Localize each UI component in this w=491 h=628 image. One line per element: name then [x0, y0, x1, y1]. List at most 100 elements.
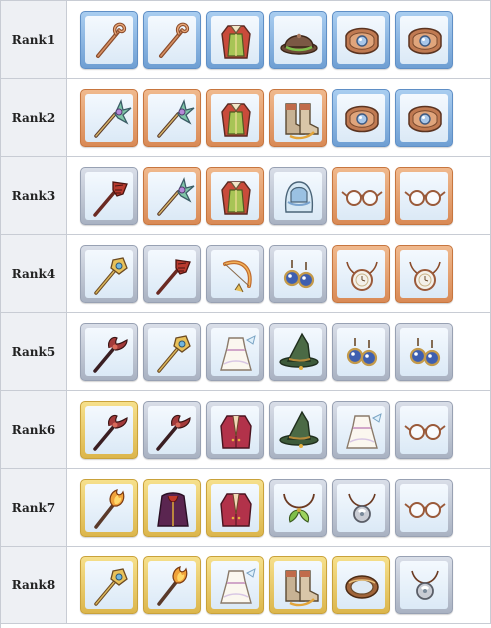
rank-label: Rank4	[1, 235, 67, 312]
rank-row: Rank6	[1, 391, 491, 469]
equipment-slot[interactable]	[332, 556, 390, 614]
equipment-slot[interactable]	[269, 244, 327, 303]
trident-icon	[148, 405, 196, 454]
dress-icon	[337, 405, 385, 454]
equipment-slot[interactable]	[395, 244, 453, 303]
equipment-slot[interactable]	[206, 556, 264, 614]
rank-row: Rank5	[1, 313, 491, 391]
earring-icon	[274, 249, 322, 298]
equipment-slot[interactable]	[80, 322, 138, 381]
equipment-slot[interactable]	[332, 400, 390, 459]
equipment-slot[interactable]	[80, 166, 138, 225]
robe-icon	[211, 171, 259, 220]
rank-label: Rank8	[1, 547, 67, 623]
rank-row: Rank7	[1, 469, 491, 547]
equipment-slot[interactable]	[332, 478, 390, 537]
equipment-slot[interactable]	[269, 556, 327, 614]
equipment-slot[interactable]	[206, 322, 264, 381]
equipment-slot[interactable]	[395, 322, 453, 381]
equipment-slot[interactable]	[80, 10, 138, 69]
rank-items	[67, 157, 491, 234]
equipment-slot[interactable]	[269, 322, 327, 381]
wand-icon	[148, 93, 196, 142]
equipment-slot[interactable]	[395, 556, 453, 614]
equipment-slot[interactable]	[206, 10, 264, 69]
coat-icon	[211, 405, 259, 454]
rank-row: Rank1	[1, 1, 491, 79]
equipment-rank-table: Rank1 Rank2 Rank3 Rank4 Rank5 Rank6 Rank…	[0, 0, 491, 628]
equipment-slot[interactable]	[332, 322, 390, 381]
equipment-slot[interactable]	[206, 478, 264, 537]
amulet-icon	[337, 483, 385, 532]
amulet-icon	[400, 561, 448, 609]
rank-label: Rank7	[1, 469, 67, 546]
wand-icon	[85, 93, 133, 142]
equipment-slot[interactable]	[80, 244, 138, 303]
flame-staff-icon	[148, 561, 196, 609]
rank-row: Rank8	[1, 547, 491, 624]
equipment-slot[interactable]	[80, 88, 138, 147]
equipment-slot[interactable]	[395, 478, 453, 537]
rank-label: Rank2	[1, 79, 67, 156]
bracelet-icon	[337, 15, 385, 64]
leaf-necklace-icon	[274, 483, 322, 532]
scepter-icon	[148, 327, 196, 376]
equipment-slot[interactable]	[269, 478, 327, 537]
equipment-slot[interactable]	[206, 400, 264, 459]
flame-staff-icon	[85, 483, 133, 532]
boots-icon	[274, 93, 322, 142]
equipment-slot[interactable]	[395, 10, 453, 69]
spear-icon	[85, 171, 133, 220]
equipment-slot[interactable]	[269, 400, 327, 459]
equipment-slot[interactable]	[395, 166, 453, 225]
wand-icon	[148, 171, 196, 220]
equipment-slot[interactable]	[143, 10, 201, 69]
equipment-slot[interactable]	[143, 244, 201, 303]
equipment-slot[interactable]	[206, 88, 264, 147]
equipment-slot[interactable]	[395, 88, 453, 147]
rank-items	[67, 469, 491, 546]
equipment-slot[interactable]	[395, 400, 453, 459]
equipment-slot[interactable]	[206, 244, 264, 303]
equipment-slot[interactable]	[80, 400, 138, 459]
equipment-slot[interactable]	[269, 88, 327, 147]
bracelet-icon	[400, 15, 448, 64]
equipment-slot[interactable]	[206, 166, 264, 225]
bracelet-icon	[400, 93, 448, 142]
equipment-slot[interactable]	[269, 10, 327, 69]
coat-icon	[211, 483, 259, 532]
equipment-slot[interactable]	[332, 10, 390, 69]
rank-items	[67, 235, 491, 312]
equipment-slot[interactable]	[332, 88, 390, 147]
rank-items	[67, 79, 491, 156]
pendant-icon	[337, 249, 385, 298]
equipment-slot[interactable]	[332, 244, 390, 303]
equipment-slot[interactable]	[269, 166, 327, 225]
equipment-slot[interactable]	[143, 556, 201, 614]
dress-icon	[211, 327, 259, 376]
rank-items	[67, 547, 491, 623]
rank-row: Rank3	[1, 157, 491, 235]
hat-icon	[274, 15, 322, 64]
rank-items	[67, 1, 491, 78]
rank-label: Rank3	[1, 157, 67, 234]
rank-label: Rank6	[1, 391, 67, 468]
glasses-icon	[400, 405, 448, 454]
rank-items	[67, 391, 491, 468]
equipment-slot[interactable]	[332, 166, 390, 225]
rank-row: Rank2	[1, 79, 491, 157]
equipment-slot[interactable]	[80, 478, 138, 537]
rank-label: Rank1	[1, 1, 67, 78]
equipment-slot[interactable]	[143, 400, 201, 459]
cloak-icon	[148, 483, 196, 532]
equipment-slot[interactable]	[143, 478, 201, 537]
staff-icon	[148, 15, 196, 64]
equipment-slot[interactable]	[143, 88, 201, 147]
equipment-slot[interactable]	[143, 322, 201, 381]
ring-icon	[337, 561, 385, 609]
trident-icon	[85, 327, 133, 376]
equipment-slot[interactable]	[80, 556, 138, 614]
rank-items	[67, 313, 491, 390]
equipment-slot[interactable]	[143, 166, 201, 225]
scepter-icon	[85, 249, 133, 298]
